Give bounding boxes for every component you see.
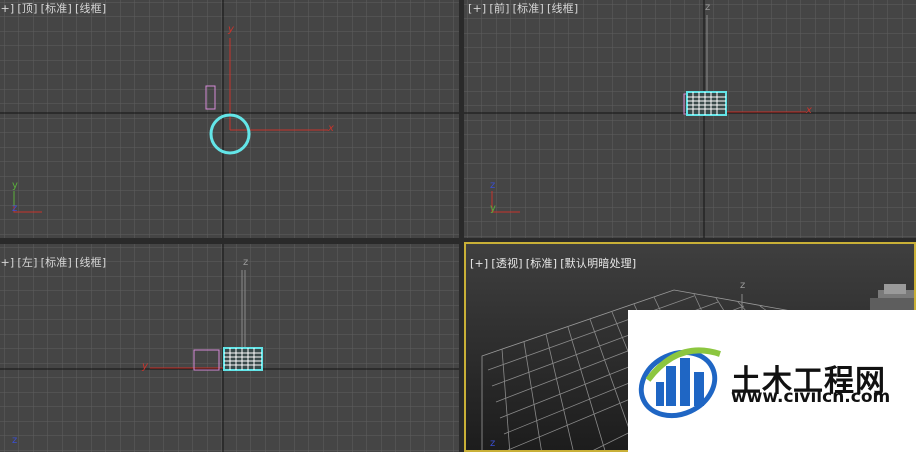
gizmo-x-label: x bbox=[806, 105, 812, 116]
viewport-left-label[interactable]: [+][左] [标准][线框] bbox=[0, 254, 109, 270]
viewport-perspective-shading-menu[interactable]: [标准] bbox=[526, 257, 557, 270]
gizmo-y-label: y bbox=[142, 361, 148, 372]
viewport-left-shading-menu[interactable]: [标准] bbox=[41, 256, 72, 269]
front-viewport-canvas[interactable] bbox=[464, 0, 916, 238]
left-viewport-canvas[interactable] bbox=[0, 244, 459, 452]
gizmo-x-label: x bbox=[328, 123, 334, 134]
viewport-top-view-menu[interactable]: [顶] bbox=[17, 2, 37, 15]
watermark-logo bbox=[638, 347, 721, 419]
viewport-left-plus-menu[interactable]: [+] bbox=[0, 256, 14, 269]
viewport-left-mode-menu[interactable]: [线框] bbox=[75, 256, 106, 269]
viewport-perspective-plus-menu[interactable]: [+] bbox=[470, 257, 488, 270]
viewport-front[interactable]: z x z y [+] [前] [标准] [线框] bbox=[464, 0, 916, 238]
viewport-front-view-menu[interactable]: [前] bbox=[489, 2, 509, 15]
viewport-front-shading-menu[interactable]: [标准] bbox=[513, 2, 544, 15]
viewport-top-mode-menu[interactable]: [线框] bbox=[75, 2, 106, 15]
viewport-top-shading-menu[interactable]: [标准] bbox=[41, 2, 72, 15]
viewport-front-plus-menu[interactable]: [+] bbox=[468, 2, 486, 15]
tripod-y-label: y bbox=[490, 203, 496, 214]
top-viewport-canvas[interactable] bbox=[0, 0, 459, 238]
tripod-y-label: y bbox=[12, 180, 18, 191]
viewport-left[interactable]: y z z [+][左] [标准][线框] bbox=[0, 244, 459, 452]
tripod-z-label: z bbox=[490, 438, 496, 449]
tripod-z-label: z bbox=[12, 203, 18, 214]
watermark-url: www.civilcn.com bbox=[731, 387, 891, 407]
viewport-left-view-menu[interactable]: [左] bbox=[17, 256, 37, 269]
viewport-top-plus-menu[interactable]: [+] bbox=[0, 2, 14, 15]
tripod-z-label: z bbox=[12, 435, 18, 446]
viewport-top[interactable]: y x y z [+][顶] [标准][线框] bbox=[0, 0, 459, 238]
gizmo-y-label: y bbox=[228, 24, 234, 35]
tripod-z-label: z bbox=[490, 180, 496, 191]
selected-spotlight-object[interactable] bbox=[223, 347, 263, 371]
gizmo-z-label: z bbox=[705, 2, 711, 13]
viewport-front-mode-menu[interactable]: [线框] bbox=[547, 2, 578, 15]
viewport-perspective-view-menu[interactable]: [透视] bbox=[491, 257, 522, 270]
viewport-top-label[interactable]: [+][顶] [标准][线框] bbox=[0, 0, 109, 16]
watermark: 土木工程网 www.civilcn.com bbox=[628, 310, 916, 452]
viewport-perspective-label[interactable]: [+] [透视] [标准] [默认明暗处理] bbox=[470, 255, 639, 271]
perspective-gizmo-z-label: z bbox=[740, 280, 746, 291]
gizmo-z-label: z bbox=[243, 257, 249, 268]
viewport-perspective-mode-menu[interactable]: [默认明暗处理] bbox=[560, 257, 636, 270]
viewport-front-label[interactable]: [+] [前] [标准] [线框] bbox=[468, 0, 581, 16]
selected-spotlight-object[interactable] bbox=[686, 91, 727, 116]
